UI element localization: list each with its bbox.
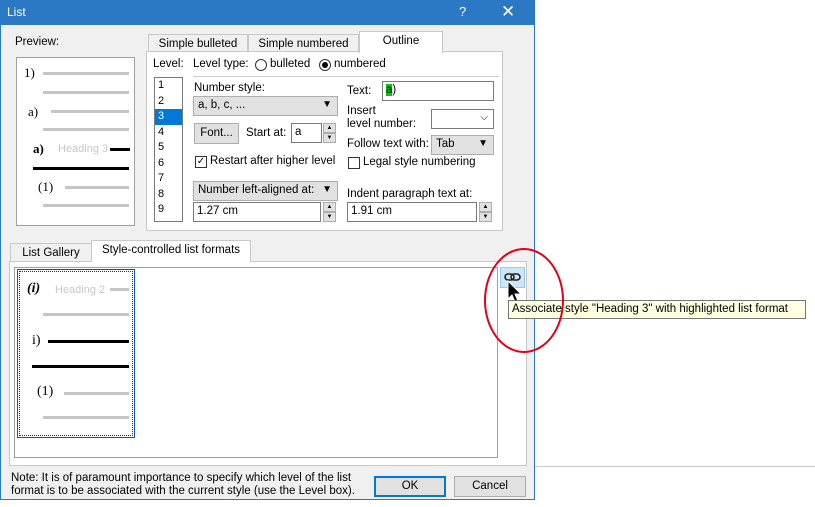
text-label: Text: [347, 85, 372, 97]
separator [193, 76, 499, 77]
preview-line-current [110, 148, 130, 151]
restart-checkbox-label[interactable]: Restart after higher level [210, 155, 335, 167]
indent-spinner[interactable]: ▲ ▼ [479, 202, 492, 222]
gallery-marker-1: (i) [27, 281, 41, 296]
follow-text-select[interactable]: Tab ▼ [431, 135, 494, 155]
gallery-line [43, 313, 129, 316]
font-button[interactable]: Font... [194, 123, 239, 144]
chevron-down-icon: ▼ [322, 184, 332, 195]
preview-label: Preview: [15, 36, 60, 48]
level-list[interactable]: 1 2 3 4 5 6 7 8 9 [154, 77, 183, 222]
spin-down-icon[interactable]: ▼ [323, 133, 336, 143]
number-style-value: a, b, c, ... [198, 99, 246, 111]
alignment-select[interactable]: Number left-aligned at: ▼ [193, 181, 338, 201]
level-type-label: Level type: [193, 58, 249, 70]
gallery-marker-3: (1) [37, 384, 54, 399]
preview-line-current [33, 167, 129, 170]
preview-marker-2: a) [28, 104, 39, 119]
alignment-measure-input[interactable]: 1.27 cm [193, 202, 321, 222]
ok-button[interactable]: OK [374, 476, 446, 497]
preview-marker-1: 1) [24, 65, 35, 80]
follow-text-value: Tab [436, 138, 455, 150]
spin-up-icon[interactable]: ▲ [323, 202, 336, 212]
preview-line [43, 128, 129, 131]
spin-down-icon[interactable]: ▼ [323, 212, 336, 222]
indent-label: Indent paragraph text at: [347, 188, 473, 200]
indent-measure-input[interactable]: 1.91 cm [347, 202, 477, 222]
number-style-select[interactable]: a, b, c, ... ▼ [193, 96, 338, 116]
tab-style-controlled[interactable]: Style-controlled list formats [91, 240, 251, 262]
spin-up-icon[interactable]: ▲ [323, 123, 336, 133]
title-bar: List ? ✕ [1, 1, 534, 25]
annotation-circle [484, 248, 564, 353]
preview-line [43, 91, 129, 94]
restart-checkbox[interactable]: ✓ [195, 156, 207, 168]
level-item[interactable]: 7 [155, 171, 182, 187]
gallery-heading: Heading 2 [55, 284, 106, 296]
start-at-input[interactable]: a [291, 123, 322, 143]
chevron-down-icon: ▼ [478, 138, 488, 149]
legal-style-checkbox-label[interactable]: Legal style numbering [363, 156, 476, 168]
level-item[interactable]: 9 [155, 202, 182, 218]
preview-box: 1) a) a) Heading 3 (1) [16, 57, 135, 226]
alignment-spinner[interactable]: ▲ ▼ [323, 202, 336, 222]
number-text-input[interactable]: a) [382, 81, 494, 101]
chevron-down-icon: ▼ [322, 99, 332, 110]
gallery-line [110, 288, 129, 291]
chevron-down-icon: ⌵ [480, 112, 488, 123]
note-line-2: format is to be associated with the curr… [11, 485, 355, 497]
number-text-suffix: ) [392, 84, 397, 96]
preview-line [51, 110, 129, 113]
number-style-label: Number style: [194, 82, 265, 94]
gallery-line [64, 392, 129, 395]
legal-style-checkbox[interactable] [348, 157, 360, 169]
insert-level-select[interactable]: ⌵ [431, 109, 494, 129]
preview-line [65, 186, 129, 189]
level-item[interactable]: 6 [155, 156, 182, 172]
start-at-label: Start at: [246, 127, 287, 139]
level-item[interactable]: 8 [155, 187, 182, 203]
preview-marker-4: (1) [38, 179, 54, 194]
level-label: Level: [153, 58, 184, 70]
numbered-radio[interactable] [319, 59, 331, 71]
level-item[interactable]: 2 [155, 94, 182, 110]
list-dialog: List ? ✕ Preview: 1) a) a) Heading 3 (1)… [0, 0, 535, 500]
spin-down-icon[interactable]: ▼ [479, 212, 492, 222]
help-button[interactable]: ? [459, 4, 466, 19]
bulleted-radio-label[interactable]: bulleted [270, 58, 310, 70]
background-divider [535, 466, 815, 467]
insert-label-2: level number: [347, 118, 417, 130]
gallery-line-current [48, 340, 129, 343]
cancel-button[interactable]: Cancel [454, 476, 526, 497]
gallery-line [43, 416, 129, 419]
preview-heading: Heading 3 [58, 143, 109, 155]
preview-marker-3: a) [33, 141, 44, 156]
list-format-item[interactable]: (i) Heading 2 i) (1) [17, 269, 135, 438]
alignment-value: Number left-aligned at: [198, 184, 315, 196]
gallery-marker-2: i) [32, 333, 41, 348]
level-item[interactable]: 5 [155, 140, 182, 156]
bulleted-radio[interactable] [255, 59, 267, 71]
numbered-radio-label[interactable]: numbered [334, 58, 386, 70]
level-item[interactable]: 1 [155, 78, 182, 94]
gallery-line-current [32, 365, 129, 368]
preview-line [43, 204, 129, 207]
tab-list-gallery[interactable]: List Gallery [10, 243, 92, 263]
dialog-title: List [7, 5, 26, 19]
insert-label: Insert [347, 105, 376, 117]
note-line-1: Note: It is of paramount importance to s… [11, 472, 352, 484]
level-item-selected[interactable]: 3 [155, 109, 182, 125]
level-item[interactable]: 4 [155, 125, 182, 141]
close-button[interactable]: ✕ [501, 2, 515, 22]
background-document [535, 0, 815, 507]
spin-up-icon[interactable]: ▲ [479, 202, 492, 212]
start-at-spinner[interactable]: ▲ ▼ [323, 123, 336, 143]
preview-line [43, 72, 129, 75]
follow-text-label: Follow text with: [347, 138, 429, 150]
tab-outline[interactable]: Outline [359, 31, 443, 53]
